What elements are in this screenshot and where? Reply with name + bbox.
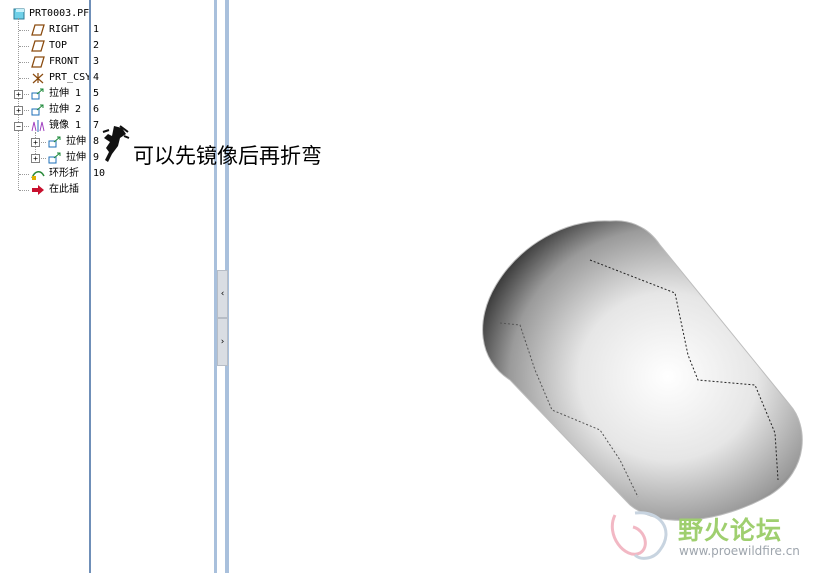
datum-plane-icon — [31, 56, 45, 68]
tree-connector — [19, 78, 29, 79]
tree-connector — [19, 46, 29, 47]
tree-connector — [19, 62, 29, 63]
feature-number: 5 — [93, 88, 100, 99]
tree-item[interactable]: + 拉伸 — [0, 150, 89, 166]
tree-item[interactable]: + 拉伸 2 — [0, 102, 89, 118]
tree-item-label: 环形折 — [49, 168, 79, 179]
bent-cylinder-body — [482, 219, 803, 521]
tree-connector — [19, 190, 29, 191]
collapse-toggle[interactable]: − — [14, 122, 23, 131]
tree-item[interactable]: RIGHT — [0, 22, 89, 38]
annotation-text: 可以先镜像后再折弯 — [133, 144, 322, 168]
extrude-icon — [48, 136, 62, 148]
tree-item-label: FRONT — [49, 56, 80, 67]
datum-plane-icon — [31, 24, 45, 36]
datum-plane-icon — [31, 40, 45, 52]
toroidal-bend-icon — [31, 168, 45, 180]
feature-number: 6 — [93, 104, 100, 115]
expand-panel-button[interactable]: › — [217, 318, 228, 366]
tree-item[interactable]: TOP — [0, 38, 89, 54]
expand-toggle[interactable]: + — [14, 90, 23, 99]
tree-item[interactable]: FRONT — [0, 54, 89, 70]
tree-item-label: RIGHT — [49, 24, 80, 35]
tree-item[interactable]: PRT_CSY — [0, 70, 89, 86]
watermark-title: 野火论坛 — [678, 516, 783, 545]
tree-item-label: PRT_CSY — [49, 72, 89, 83]
feature-number: 3 — [93, 56, 100, 67]
extrude-icon — [31, 88, 45, 100]
collapse-panel-button[interactable]: ‹ — [217, 270, 228, 318]
feature-number: 7 — [93, 120, 100, 131]
forum-watermark: 野火论坛 www.proewildfire.cn — [605, 505, 815, 567]
expand-toggle[interactable]: + — [14, 106, 23, 115]
chevron-left-icon: ‹ — [220, 289, 225, 299]
tree-item-label: 镜像 1 — [49, 120, 82, 131]
extrude-icon — [48, 152, 62, 164]
feature-number: 2 — [93, 40, 100, 51]
watermark-url: www.proewildfire.cn — [679, 544, 800, 558]
tree-item[interactable]: + 拉伸 1 — [0, 86, 89, 102]
3d-model-view[interactable] — [470, 205, 815, 539]
expand-toggle[interactable]: + — [31, 154, 40, 163]
feature-number: 9 — [93, 152, 100, 163]
feature-number: 8 — [93, 136, 100, 147]
tree-item[interactable]: 在此插 — [0, 182, 89, 198]
tree-item-label: 拉伸 1 — [49, 88, 82, 99]
insert-here-arrow-icon — [31, 184, 45, 196]
tree-connector — [19, 30, 29, 31]
part-icon — [13, 8, 27, 20]
tree-item-label: 拉伸 2 — [49, 104, 82, 115]
tree-item[interactable]: 环形折 — [0, 166, 89, 182]
panel-splitter[interactable]: ‹ › — [212, 0, 230, 573]
watermark-logo-icon — [610, 511, 668, 560]
feature-number: 10 — [93, 168, 106, 179]
extrude-icon — [31, 104, 45, 116]
tree-item[interactable]: − 镜像 1 — [0, 118, 89, 134]
mirror-icon — [31, 120, 45, 132]
handwritten-cursor-mark — [100, 124, 130, 170]
expand-toggle[interactable]: + — [31, 138, 40, 147]
feature-number: 4 — [93, 72, 100, 83]
tree-root-label: PRT0003.PF — [29, 8, 89, 19]
tree-root[interactable]: PRT0003.PF — [0, 6, 89, 22]
chevron-right-icon: › — [220, 337, 225, 347]
feature-number: 1 — [93, 24, 100, 35]
model-tree-panel: PRT0003.PF RIGHT TOP FRONT PRT_CSY + 拉伸 1 + 拉伸 … — [0, 0, 89, 573]
tree-item-label: 拉伸 — [66, 136, 86, 147]
tree-connector — [19, 174, 29, 175]
tree-item[interactable]: + 拉伸 — [0, 134, 89, 150]
coordinate-system-icon — [31, 72, 45, 84]
tree-item-label: TOP — [49, 40, 68, 51]
tree-item-label: 拉伸 — [66, 152, 86, 163]
tree-item-label: 在此插 — [49, 184, 79, 195]
